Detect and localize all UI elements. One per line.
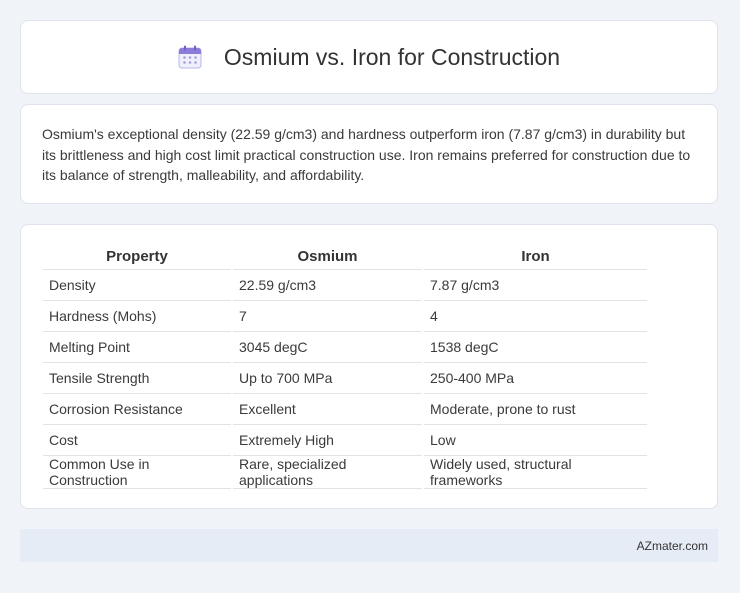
footer-brand: AZmater.com [636, 538, 708, 553]
osmium-cell: 22.59 g/cm3 [231, 269, 423, 301]
comparison-card: Property Osmium Iron Density 22.59 g/cm3… [20, 224, 718, 509]
osmium-cell: Up to 700 MPa [231, 362, 423, 394]
calendar-icon [178, 45, 202, 69]
table-row: Melting Point 3045 degC 1538 degC [43, 331, 647, 363]
page-title: Osmium vs. Iron for Construction [223, 43, 561, 70]
summary-card: Osmium's exceptional density (22.59 g/cm… [20, 104, 718, 204]
header-property: Property [43, 243, 232, 270]
osmium-cell: 3045 degC [231, 331, 423, 363]
osmium-cell: Extremely High [231, 424, 423, 456]
footer-bar: AZmater.com [20, 529, 718, 562]
table-header-row: Property Osmium Iron [43, 243, 647, 270]
table-row: Corrosion Resistance Excellent Moderate,… [43, 393, 647, 425]
property-cell: Cost [43, 424, 232, 456]
iron-cell: 4 [422, 300, 647, 332]
header-osmium: Osmium [231, 243, 423, 270]
osmium-cell: Rare, specialized applications [231, 455, 423, 489]
title-card: Osmium vs. Iron for Construction [20, 20, 718, 94]
comparison-table: Property Osmium Iron Density 22.59 g/cm3… [43, 243, 647, 489]
property-cell: Tensile Strength [43, 362, 232, 394]
property-cell: Density [43, 269, 232, 301]
table-row: Hardness (Mohs) 7 4 [43, 300, 647, 332]
property-cell: Corrosion Resistance [43, 393, 232, 425]
summary-text: Osmium's exceptional density (22.59 g/cm… [42, 126, 691, 183]
iron-cell: Widely used, structural frameworks [422, 455, 647, 489]
property-cell: Common Use in Construction [43, 455, 232, 489]
osmium-cell: Excellent [231, 393, 423, 425]
property-cell: Hardness (Mohs) [43, 300, 232, 332]
iron-cell: 1538 degC [422, 331, 647, 363]
iron-cell: 7.87 g/cm3 [422, 269, 647, 301]
table-row: Cost Extremely High Low [43, 424, 647, 456]
table-row: Tensile Strength Up to 700 MPa 250-400 M… [43, 362, 647, 394]
osmium-cell: 7 [231, 300, 423, 332]
iron-cell: Low [422, 424, 647, 456]
iron-cell: 250-400 MPa [422, 362, 647, 394]
header-iron: Iron [422, 243, 647, 270]
table-row: Common Use in Construction Rare, special… [43, 455, 647, 489]
property-cell: Melting Point [43, 331, 232, 363]
iron-cell: Moderate, prone to rust [422, 393, 647, 425]
table-row: Density 22.59 g/cm3 7.87 g/cm3 [43, 269, 647, 301]
